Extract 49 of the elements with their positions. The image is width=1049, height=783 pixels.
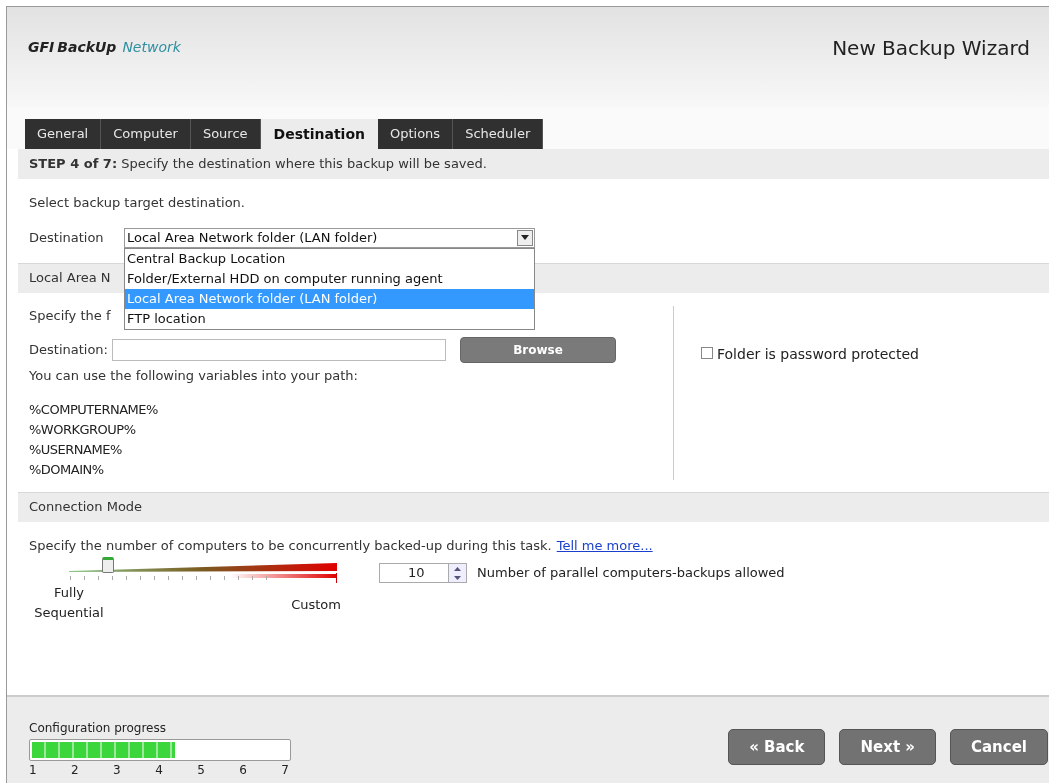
destination-input[interactable]: [112, 339, 446, 361]
progress-tick: 1: [29, 762, 37, 779]
wizard-title: New Backup Wizard: [832, 35, 1030, 62]
section-heading: Local Area N: [29, 269, 111, 288]
tab[interactable]: Computer: [101, 119, 191, 149]
instruction-text: Specify the f: [29, 306, 111, 325]
instruction-text: Specify the number of computers to be concurrently backed-up during this task.: [29, 536, 552, 555]
progress-tick: 4: [155, 762, 163, 779]
step-text: STEP 4 of 7: Specify the destination where this backup will be saved.: [29, 155, 487, 174]
progress-tick: 5: [197, 762, 205, 779]
logo: GFI BackUp Network: [28, 38, 181, 57]
slider-min-label: Fully Sequential: [33, 584, 105, 622]
field-label: Destination:: [29, 341, 108, 360]
tab[interactable]: Scheduler: [453, 119, 544, 149]
tab[interactable]: Source: [190, 119, 261, 149]
destination-dropdown[interactable]: Local Area Network folder (LAN folder): [124, 227, 535, 248]
checkbox[interactable]: [701, 346, 713, 359]
dropdown-option[interactable]: FTP location: [125, 308, 534, 329]
hint-text: You can use the following variables into your path:: [29, 367, 359, 385]
count-label: Number of parallel computers-backups allowed: [477, 564, 785, 583]
dropdown-option[interactable]: Folder/External HDD on computer running agent: [125, 268, 534, 289]
help-link[interactable]: Tell me more...: [556, 535, 653, 555]
variable-text: %USERNAME%: [29, 440, 123, 459]
variable-text: %WORKGROUP%: [29, 420, 137, 439]
instruction-text: Select backup target destination.: [29, 194, 246, 212]
variable-text: %COMPUTERNAME%: [29, 400, 159, 419]
checkbox-label: Folder is password protected: [717, 344, 919, 364]
wizard-button[interactable]: Next »: [839, 729, 936, 765]
dropdown-option[interactable]: Central Backup Location: [125, 248, 534, 269]
progress-tick: 3: [113, 762, 121, 779]
wizard-button[interactable]: Cancel: [950, 729, 1048, 765]
progress-label: Configuration progress: [29, 720, 167, 737]
tab[interactable]: Options: [377, 119, 454, 149]
concurrency-slider[interactable]: [69, 557, 339, 583]
wizard-button[interactable]: « Back: [728, 729, 826, 765]
browse-button[interactable]: Browse: [460, 337, 616, 363]
tab[interactable]: General: [25, 119, 102, 149]
progress-tick: 6: [239, 762, 247, 779]
caret-icon: [517, 229, 533, 246]
field-label: Destination: [29, 228, 105, 247]
section-heading: Connection Mode: [29, 498, 143, 517]
slider-max-label: Custom: [291, 596, 341, 614]
count-spinner[interactable]: 10: [379, 563, 467, 583]
variable-text: %DOMAIN%: [29, 460, 105, 479]
spinner-arrows-icon: [448, 564, 466, 582]
tab[interactable]: Destination: [260, 119, 378, 149]
slider-thumb[interactable]: [101, 557, 114, 573]
progress-tick: 7: [281, 762, 289, 779]
progress-tick: 2: [71, 762, 79, 779]
